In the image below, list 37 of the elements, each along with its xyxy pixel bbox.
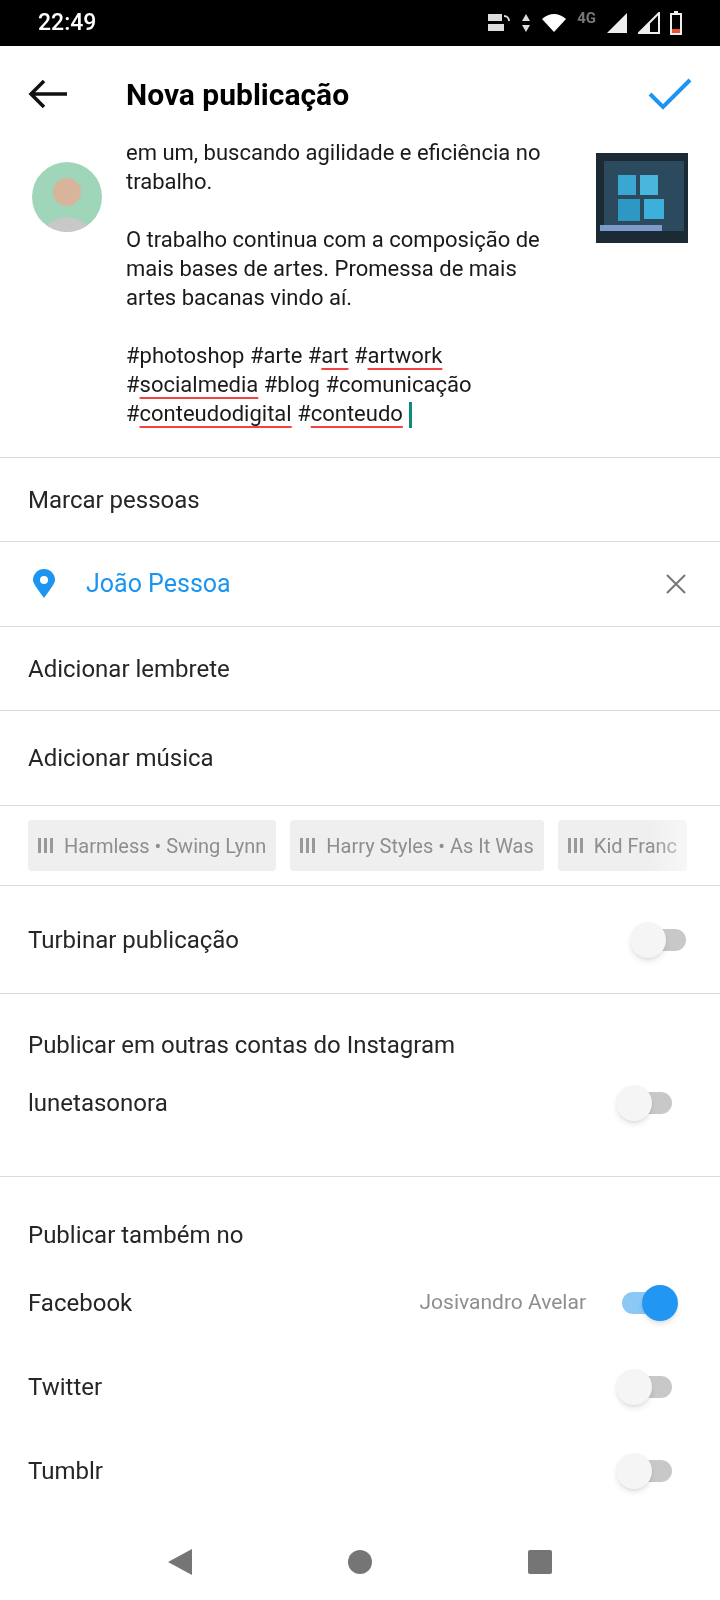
service-name: Facebook: [28, 1288, 133, 1319]
recents-nav-icon[interactable]: [527, 1549, 553, 1575]
section-heading: Publicar em outras contas do Instagram: [28, 1030, 457, 1061]
back-arrow-icon[interactable]: [28, 79, 68, 109]
close-icon[interactable]: [666, 574, 686, 594]
caption-text: O trabalho continua com a composição de mais bases de artes. Promessa de mais artes bacanas vindo aí.: [126, 226, 541, 312]
location-pin-icon: [32, 569, 56, 599]
page-title: Nova publicação: [126, 75, 350, 114]
signal-icon: [638, 12, 660, 34]
location-link[interactable]: João Pessoa: [86, 565, 231, 603]
wifi-icon: [541, 13, 568, 33]
music-bars-icon: [567, 838, 583, 853]
add-music-option[interactable]: Adicionar música: [28, 740, 214, 776]
tag-people-option[interactable]: Marcar pessoas: [28, 481, 200, 518]
music-bars-icon: [38, 838, 53, 853]
music-bars-icon: [300, 838, 316, 853]
battery-icon: [670, 11, 682, 35]
status-time: 22:49: [38, 7, 97, 38]
hashtags-text: #photoshop #arte #art #artwork #socialmedia #blog #comunicação #conteudodigital #conteudo: [126, 341, 566, 429]
checkmark-icon[interactable]: [648, 78, 692, 110]
service-name: Tumblr: [28, 1456, 103, 1487]
text-cursor: [408, 402, 412, 429]
music-suggestion-chip[interactable]: Harmless • Swing Lynn: [28, 820, 277, 871]
music-suggestion-chip[interactable]: Harry Styles • As It Was: [290, 820, 544, 871]
service-name: Twitter: [28, 1372, 103, 1403]
network-type: 4G: [577, 7, 596, 29]
signal-icon: [606, 12, 628, 34]
home-nav-icon[interactable]: [347, 1549, 373, 1575]
data-arrows-icon: [521, 13, 532, 33]
music-suggestion-chip[interactable]: Kid Franc: [557, 820, 688, 871]
caption-text: em um, buscando agilidade e eficiência no trabalho.: [126, 139, 542, 196]
linked-account-name: Josivandro Avelar: [419, 1289, 586, 1317]
account-name: lunetasonora: [28, 1088, 168, 1119]
section-heading: Publicar também no: [28, 1220, 245, 1251]
add-reminder-option[interactable]: Adicionar lembrete: [28, 650, 230, 687]
back-nav-icon[interactable]: [167, 1548, 193, 1576]
boost-post-label: Turbinar publicação: [28, 924, 240, 956]
